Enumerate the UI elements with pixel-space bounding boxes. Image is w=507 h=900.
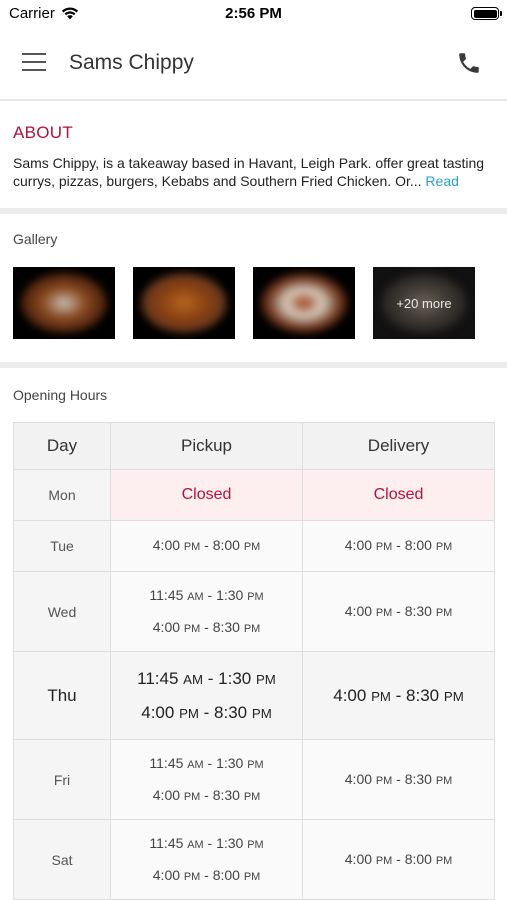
pickup-hours-cell: Closed	[110, 469, 303, 521]
delivery-time-range: 4:00 PM - 8:30 PM	[344, 602, 453, 619]
pickup-time-range: 11:45 AM - 1:30 PM	[137, 668, 276, 688]
pickup-time-range: 11:45 AM - 1:30 PM	[149, 754, 264, 771]
about-description: Sams Chippy, is a takeaway based in Hava…	[13, 155, 485, 189]
gallery-image-2[interactable]	[133, 267, 235, 339]
day-cell: Wed	[13, 571, 111, 652]
delivery-hours-cell: 4:00 PM - 8:30 PM	[302, 739, 495, 820]
delivery-time-range: 4:00 PM - 8:00 PM	[344, 537, 453, 553]
pickup-time-range: Closed	[181, 486, 232, 503]
status-bar: Carrier 2:56 PM	[0, 0, 507, 28]
gallery-more-images[interactable]: +20 more	[373, 267, 475, 339]
pickup-time-range: 4:00 PM - 8:30 PM	[152, 786, 261, 803]
delivery-hours-cell: Closed	[302, 469, 495, 521]
day-cell: Sat	[13, 819, 111, 900]
pickup-hours-cell: 11:45 AM - 1:30 PM 4:00 PM - 8:00 PM	[110, 819, 303, 900]
header-day: Day	[13, 422, 111, 470]
about-section: ABOUT Sams Chippy, is a takeaway based i…	[0, 101, 507, 208]
gallery-thumbnails: +20 more	[13, 267, 494, 339]
gallery-label: Gallery	[13, 231, 58, 247]
opening-hours-label: Opening Hours	[13, 387, 108, 403]
gallery-image-1[interactable]	[13, 267, 115, 339]
gallery-image-3[interactable]	[253, 267, 355, 339]
delivery-time-range: 4:00 PM - 8:00 PM	[344, 850, 453, 867]
about-heading: ABOUT	[13, 123, 74, 142]
delivery-hours-cell: 4:00 PM - 8:30 PM	[302, 571, 495, 652]
hours-row-wed: Wed 11:45 AM - 1:30 PM 4:00 PM - 8:30 PM 4:…	[13, 571, 495, 652]
pickup-time-range: 11:45 AM - 1:30 PM	[149, 834, 264, 851]
header-delivery: Delivery	[302, 422, 495, 470]
gallery-section: Gallery +20 more	[0, 214, 507, 362]
pickup-time-range: 11:45 AM - 1:30 PM	[149, 586, 264, 603]
pickup-hours-cell: 11:45 AM - 1:30 PM 4:00 PM - 8:30 PM	[110, 651, 303, 740]
day-cell: Tue	[13, 520, 111, 572]
day-cell: Mon	[13, 469, 111, 521]
pickup-time-range: 4:00 PM - 8:00 PM	[152, 866, 261, 883]
hours-row-thu: Thu 11:45 AM - 1:30 PM 4:00 PM - 8:30 PM 4:…	[13, 651, 495, 740]
delivery-time-range: 4:00 PM - 8:30 PM	[344, 770, 453, 787]
pickup-time-range: 4:00 PM - 8:00 PM	[152, 537, 261, 553]
delivery-time-range: 4:00 PM - 8:30 PM	[333, 685, 464, 705]
pickup-time-range: 4:00 PM - 8:30 PM	[152, 618, 261, 635]
hours-row-mon: Mon Closed Closed	[13, 469, 495, 521]
hours-row-fri: Fri 11:45 AM - 1:30 PM 4:00 PM - 8:30 PM 4:…	[13, 739, 495, 820]
pickup-hours-cell: 4:00 PM - 8:00 PM	[110, 520, 303, 572]
day-cell: Fri	[13, 739, 111, 820]
phone-icon[interactable]	[456, 50, 482, 76]
navigation-bar: Sams Chippy	[0, 28, 507, 100]
opening-hours-section: Opening Hours Day Pickup Delivery Mon Clo…	[0, 368, 507, 900]
day-cell: Thu	[13, 651, 111, 740]
battery-icon	[471, 7, 502, 20]
header-pickup: Pickup	[110, 422, 303, 470]
delivery-hours-cell: 4:00 PM - 8:30 PM	[302, 651, 495, 740]
pickup-hours-cell: 11:45 AM - 1:30 PM 4:00 PM - 8:30 PM	[110, 739, 303, 820]
hours-row-tue: Tue 4:00 PM - 8:00 PM 4:00 PM - 8:00 PM	[13, 520, 495, 572]
delivery-time-range: Closed	[373, 486, 424, 503]
hamburger-menu-icon[interactable]	[22, 53, 48, 73]
hours-row-sat: Sat 11:45 AM - 1:30 PM 4:00 PM - 8:00 PM 4:…	[13, 819, 495, 900]
table-header-row: Day Pickup Delivery	[13, 422, 495, 470]
pickup-time-range: 4:00 PM - 8:30 PM	[141, 702, 272, 722]
delivery-hours-cell: 4:00 PM - 8:00 PM	[302, 520, 495, 572]
about-text: Sams Chippy, is a takeaway based in Hava…	[13, 154, 494, 190]
status-time: 2:56 PM	[225, 5, 282, 22]
gallery-more-label: +20 more	[396, 295, 452, 311]
delivery-hours-cell: 4:00 PM - 8:00 PM	[302, 819, 495, 900]
opening-hours-table: Day Pickup Delivery Mon Closed Closed Tue 4:…	[13, 422, 495, 900]
pickup-hours-cell: 11:45 AM - 1:30 PM 4:00 PM - 8:30 PM	[110, 571, 303, 652]
page-title: Sams Chippy	[69, 51, 194, 74]
